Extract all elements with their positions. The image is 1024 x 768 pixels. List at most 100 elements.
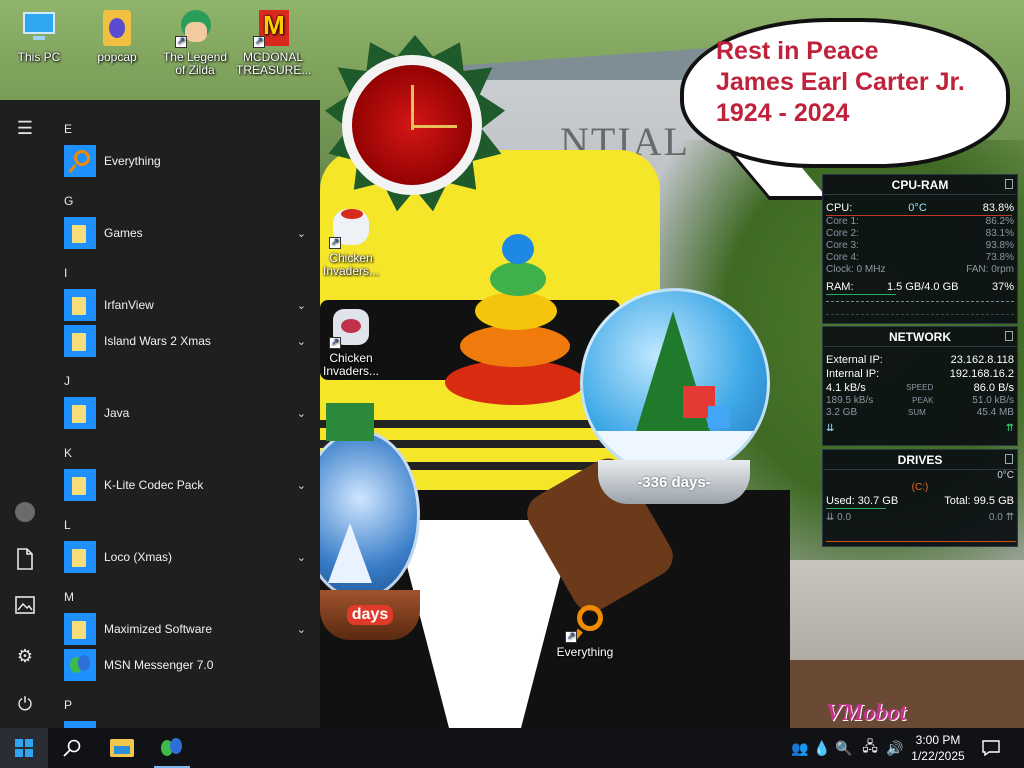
letter-header-k[interactable]: K: [64, 446, 72, 460]
computer-icon: [19, 8, 59, 48]
letter-header-e[interactable]: E: [64, 122, 72, 136]
app-label: Java: [104, 406, 130, 420]
start-app-irfanview[interactable]: IrfanView ⌄: [64, 289, 314, 321]
network-gadget[interactable]: NETWORK External IP: 23.162.8.118 Interna…: [822, 326, 1018, 446]
desktop-icon-label: This PC: [17, 50, 61, 64]
taskbar-search-button[interactable]: [48, 728, 96, 768]
app-label: MSN Messenger 7.0: [104, 658, 214, 672]
start-app-partial[interactable]: [64, 721, 314, 728]
desktop-icon-chicken-invaders-1[interactable]: ↗ Chicken Invaders...: [314, 205, 388, 278]
pictures-icon[interactable]: [13, 596, 37, 620]
upload-icon: ⇈: [1005, 423, 1014, 434]
folder-icon: [64, 397, 96, 429]
download-icon: ⇊: [826, 423, 835, 434]
taskbar-file-explorer[interactable]: [98, 728, 146, 768]
cpu-row: CPU: 0°C 83.8%: [826, 202, 1014, 214]
file-explorer-icon: [110, 739, 134, 757]
start-app-k-lite[interactable]: K-Lite Codec Pack ⌄: [64, 469, 314, 501]
chevron-down-icon[interactable]: ⌄: [297, 623, 306, 636]
letter-header-l[interactable]: L: [64, 518, 71, 532]
app-label: Loco (Xmas): [104, 550, 173, 564]
desktop-icon-mcdonalds[interactable]: M ↗ MCDONAL TREASURE...: [236, 8, 312, 77]
small-globe-days: days: [346, 605, 394, 625]
app-label: K-Lite Codec Pack: [104, 478, 204, 492]
letter-header-m[interactable]: M: [64, 590, 74, 604]
chicken-icon: ↗: [329, 205, 373, 249]
folder-icon: [64, 325, 96, 357]
chevron-down-icon[interactable]: ⌄: [297, 299, 306, 312]
chevron-down-icon[interactable]: ⌄: [297, 551, 306, 564]
desktop-icon-legend-of-zilda[interactable]: ↗ The Legend of Zilda: [158, 8, 232, 77]
letter-header-p[interactable]: P: [64, 698, 72, 712]
clock-fan-row: Clock: 0 MHz FAN: 0rpm: [826, 264, 1014, 275]
windows-logo-icon: [15, 739, 33, 757]
start-app-island-wars[interactable]: Island Wars 2 Xmas ⌄: [64, 325, 314, 357]
app-icon: [64, 721, 96, 728]
ram-bar: [826, 294, 896, 295]
start-app-java[interactable]: Java ⌄: [64, 397, 314, 429]
letter-header-g[interactable]: G: [64, 194, 73, 208]
network-arrows-row: ⇊ ⇈: [823, 423, 1017, 435]
network-title: NETWORK: [823, 327, 1017, 347]
power-icon[interactable]: ⏻: [13, 692, 37, 716]
snow-tree: [328, 523, 372, 583]
bubble-line-1: Rest in Peace: [716, 37, 879, 65]
start-app-maximized-software[interactable]: Maximized Software ⌄: [64, 613, 314, 645]
drive-temp-row: 0°C: [997, 470, 1014, 481]
desktop-icon-partial[interactable]: [326, 403, 374, 441]
letter-header-i[interactable]: I: [64, 266, 67, 280]
chevron-down-icon[interactable]: ⌄: [297, 335, 306, 348]
speech-bubble: Rest in Peace James Earl Carter Jr. 1924…: [680, 18, 1010, 168]
shortcut-arrow-icon: ↗: [253, 36, 265, 48]
drives-gadget[interactable]: DRIVES 0°C (C:) Used: 30.7 GB Total: 99.5…: [822, 449, 1018, 547]
settings-gear-icon[interactable]: ⚙: [13, 644, 37, 668]
sum-row: 3.2 GB SUM 45.4 MB: [826, 407, 1014, 418]
tray-everything-icon[interactable]: 🔍: [834, 728, 854, 768]
tray-network-people-icon[interactable]: 👥: [790, 728, 810, 768]
chevron-down-icon[interactable]: ⌄: [297, 227, 306, 240]
start-app-msn-messenger[interactable]: MSN Messenger 7.0: [64, 649, 314, 681]
gadget-settings-icon[interactable]: [1005, 331, 1013, 341]
peak-row: 189.5 kB/s PEAK 51.0 kB/s: [826, 395, 1014, 406]
taskbar-clock[interactable]: 3:00 PM 1/22/2025: [908, 732, 968, 764]
tray-volume-icon[interactable]: 🔊: [884, 728, 906, 768]
clock-minute-hand: [412, 125, 457, 128]
tray-network-icon[interactable]: 🖧: [858, 728, 882, 768]
start-app-list[interactable]: E Everything G Games ⌄ I IrfanView ⌄ Isl…: [50, 100, 320, 728]
folder-icon: [64, 289, 96, 321]
start-menu[interactable]: ☰ ⚙ ⏻ E Everything G Games ⌄ I IrfanView…: [0, 100, 320, 728]
snow-globe-big[interactable]: [580, 288, 770, 478]
start-button[interactable]: [0, 728, 48, 768]
cpu-ram-gadget[interactable]: CPU-RAM CPU: 0°C 83.8% Core 1: 86.2% Core 2…: [822, 174, 1018, 324]
app-label: Everything: [104, 154, 161, 168]
gadget-settings-icon[interactable]: [1005, 179, 1013, 189]
gadget-settings-icon[interactable]: [1005, 454, 1013, 464]
documents-icon[interactable]: [13, 548, 37, 572]
christmas-clock-gadget[interactable]: [320, 5, 505, 220]
letter-header-j[interactable]: J: [64, 374, 70, 388]
internal-ip-row: Internal IP: 192.168.16.2: [826, 368, 1014, 380]
start-app-loco[interactable]: Loco (Xmas) ⌄: [64, 541, 314, 573]
chevron-down-icon[interactable]: ⌄: [297, 479, 306, 492]
tray-droplet-icon[interactable]: 💧: [812, 728, 832, 768]
msn-buddy-icon: [64, 649, 96, 681]
shortcut-arrow-icon: ↗: [329, 337, 341, 349]
ram-used: 1.5 GB/4.0 GB: [886, 281, 959, 293]
drive-usage-row: Used: 30.7 GB Total: 99.5 GB: [826, 495, 1014, 507]
taskbar-msn-messenger[interactable]: [148, 728, 196, 768]
desktop-icon-everything[interactable]: ↗ Everything: [548, 603, 622, 659]
notification-center-icon[interactable]: [976, 728, 1006, 768]
search-icon: [63, 739, 81, 757]
user-avatar-icon[interactable]: [13, 500, 37, 524]
msn-buddy-icon: [159, 736, 185, 760]
desktop-icon-popcap[interactable]: popcap: [80, 8, 154, 64]
desktop-icon-this-pc[interactable]: This PC: [2, 8, 76, 64]
chevron-down-icon[interactable]: ⌄: [297, 407, 306, 420]
desktop-icon-chicken-invaders-2[interactable]: ↗ Chicken Invaders...: [314, 305, 388, 378]
cpu-pct: 83.8%: [982, 202, 1014, 214]
desktop-icon-label: MCDONAL TREASURE...: [236, 50, 312, 77]
folder-icon: [64, 613, 96, 645]
start-app-everything[interactable]: Everything: [64, 145, 314, 177]
start-app-games[interactable]: Games ⌄: [64, 217, 314, 249]
hamburger-menu-icon[interactable]: ☰: [13, 116, 37, 140]
